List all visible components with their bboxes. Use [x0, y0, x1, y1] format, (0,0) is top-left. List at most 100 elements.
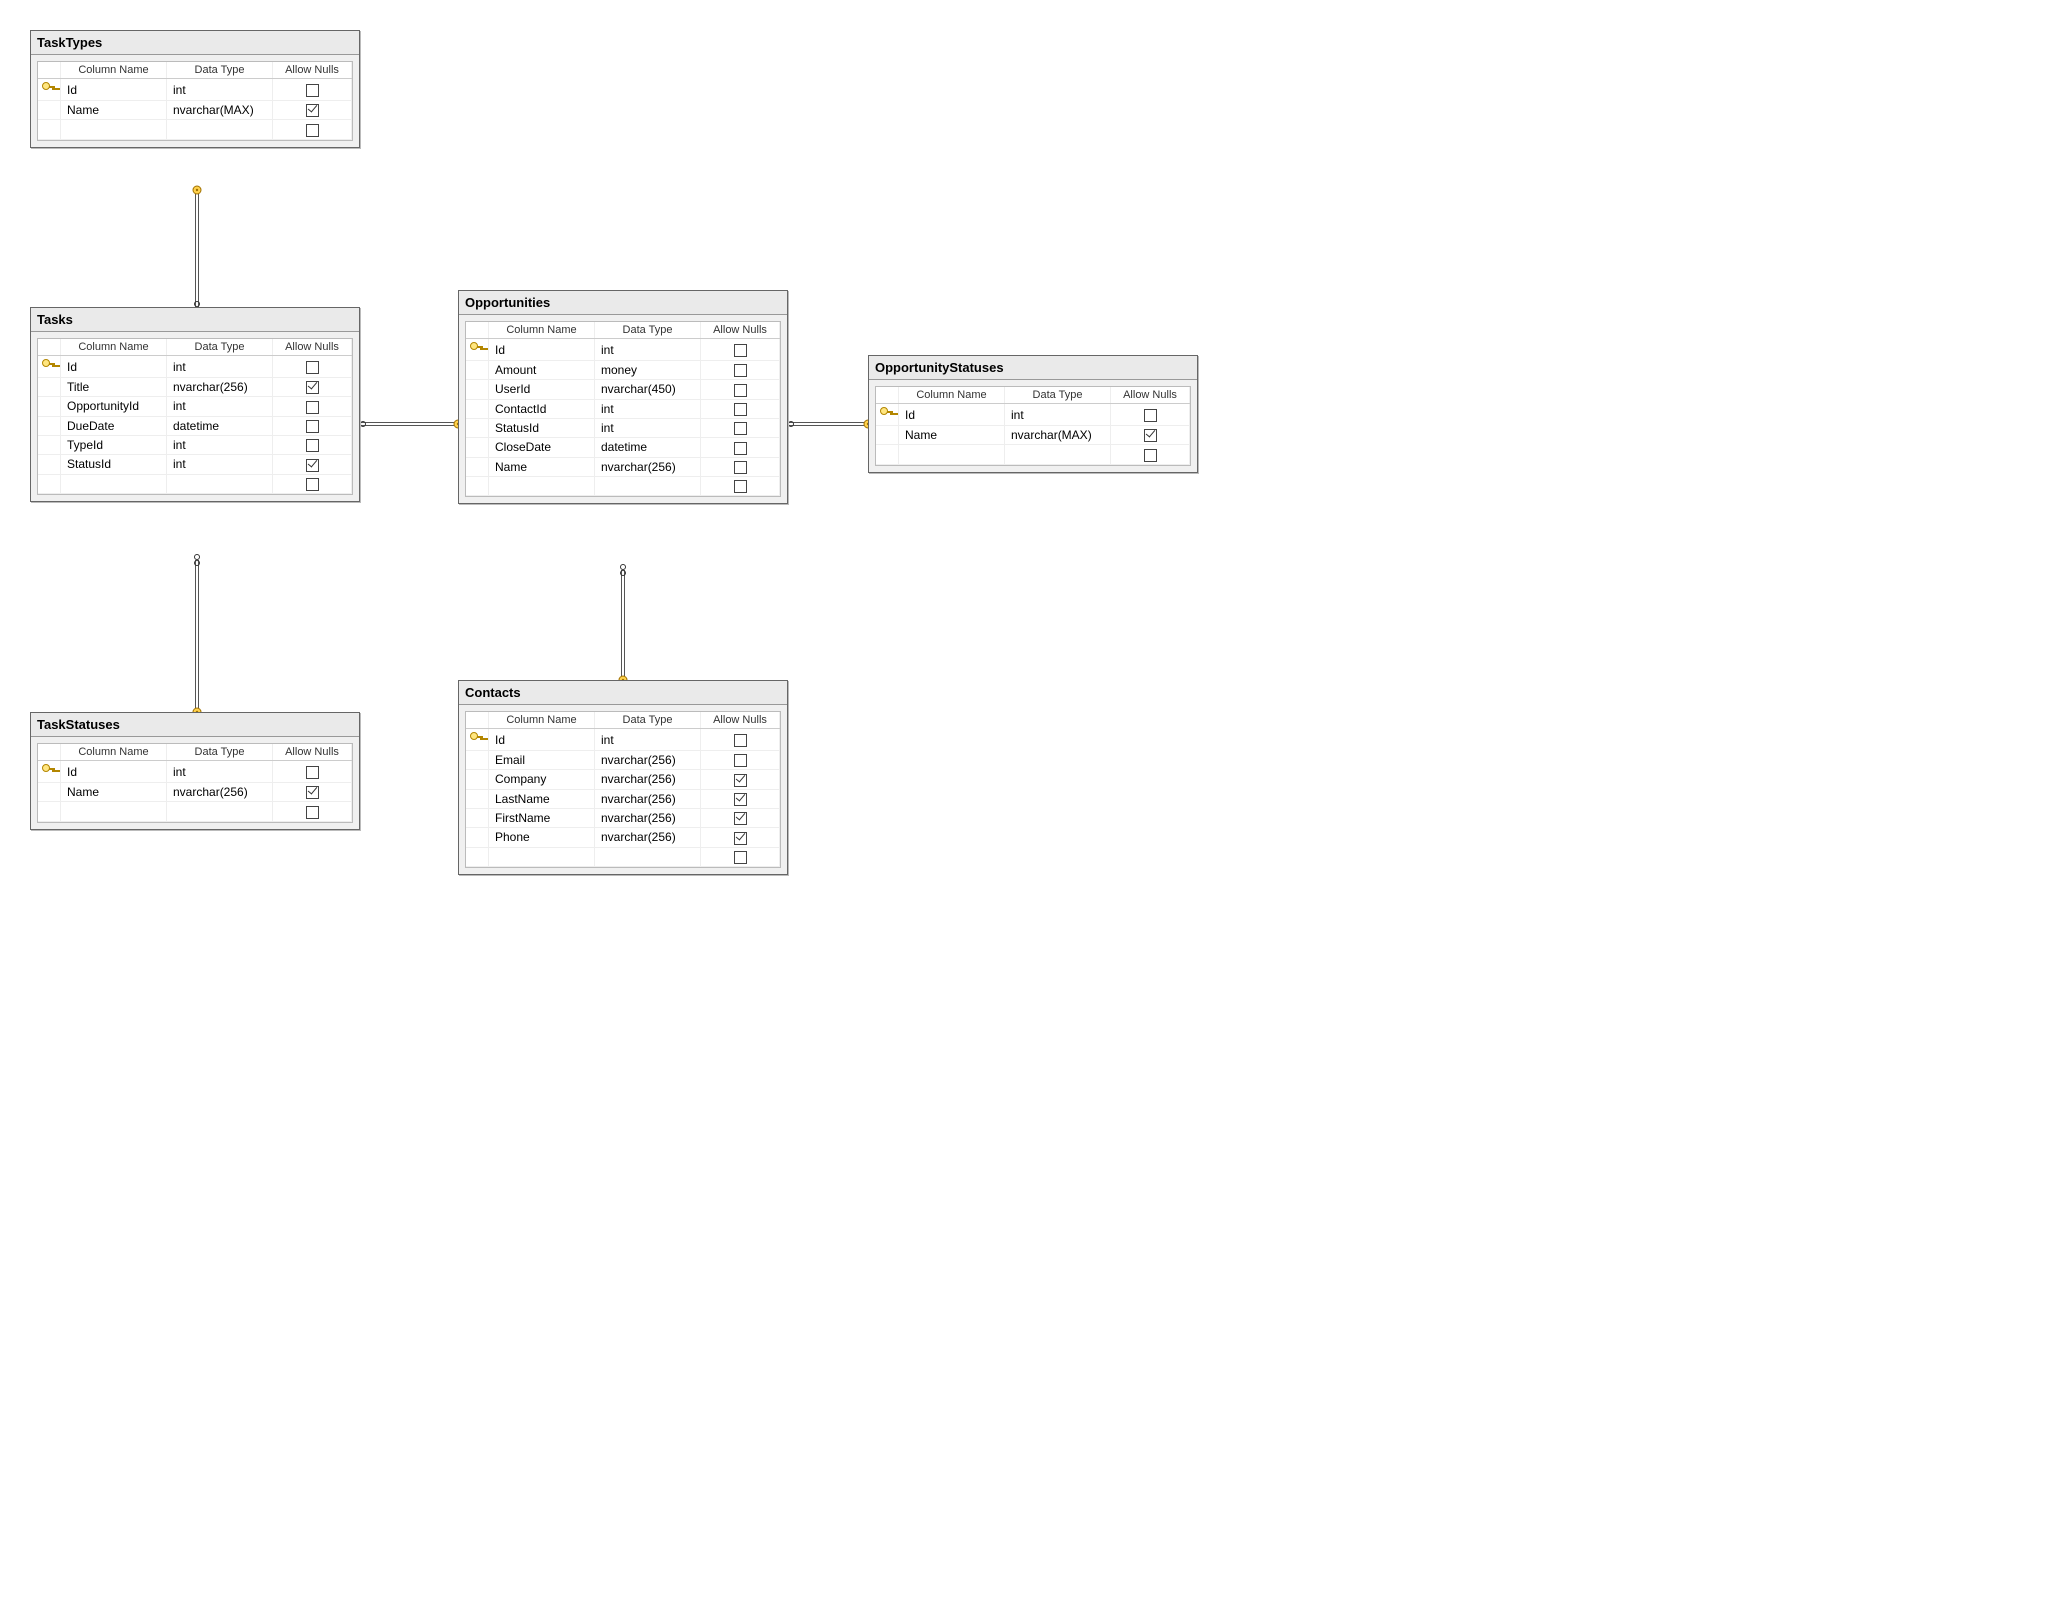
header-column-name: Column Name — [61, 744, 167, 761]
column-row[interactable]: Namenvarchar(256) — [466, 457, 780, 476]
allow-nulls-checkbox[interactable] — [701, 339, 780, 361]
column-row[interactable]: FirstNamenvarchar(256) — [466, 808, 780, 827]
allow-nulls-checkbox[interactable] — [273, 455, 352, 474]
allow-nulls-checkbox[interactable] — [701, 847, 780, 866]
primary-key-icon — [876, 404, 899, 426]
column-row[interactable]: TypeIdint — [38, 435, 352, 454]
columns-grid: Column NameData TypeAllow NullsIdintAmou… — [465, 321, 781, 497]
table-taskstatuses[interactable]: TaskStatusesColumn NameData TypeAllow Nu… — [30, 712, 360, 830]
allow-nulls-checkbox[interactable] — [273, 474, 352, 493]
column-row[interactable]: Namenvarchar(MAX) — [876, 426, 1190, 445]
table-opportunities[interactable]: OpportunitiesColumn NameData TypeAllow N… — [458, 290, 788, 504]
column-name: Company — [489, 770, 595, 789]
allow-nulls-checkbox[interactable] — [701, 789, 780, 808]
allow-nulls-checkbox[interactable] — [701, 399, 780, 418]
column-row[interactable]: Idint — [38, 79, 352, 101]
allow-nulls-checkbox[interactable] — [273, 101, 352, 120]
key-cell — [38, 101, 61, 120]
allow-nulls-checkbox[interactable] — [701, 418, 780, 437]
header-allow-nulls: Allow Nulls — [701, 322, 780, 339]
allow-nulls-checkbox[interactable] — [1111, 445, 1190, 464]
column-row[interactable]: Idint — [466, 339, 780, 361]
column-name: StatusId — [61, 455, 167, 474]
allow-nulls-checkbox[interactable] — [701, 770, 780, 789]
table-tasks[interactable]: TasksColumn NameData TypeAllow NullsIdin… — [30, 307, 360, 502]
header-allow-nulls: Allow Nulls — [1111, 387, 1190, 404]
column-row[interactable]: Idint — [466, 729, 780, 751]
allow-nulls-checkbox[interactable] — [273, 416, 352, 435]
column-name: Id — [899, 404, 1005, 426]
empty-row[interactable] — [38, 474, 352, 493]
column-row[interactable]: Amountmoney — [466, 361, 780, 380]
column-row[interactable]: Companynvarchar(256) — [466, 770, 780, 789]
table-contacts[interactable]: ContactsColumn NameData TypeAllow NullsI… — [458, 680, 788, 875]
column-type: datetime — [167, 416, 273, 435]
column-row[interactable]: Namenvarchar(MAX) — [38, 101, 352, 120]
key-cell — [466, 399, 489, 418]
empty-row[interactable] — [466, 476, 780, 495]
allow-nulls-checkbox[interactable] — [273, 397, 352, 416]
allow-nulls-checkbox[interactable] — [273, 356, 352, 378]
allow-nulls-checkbox[interactable] — [701, 808, 780, 827]
column-row[interactable]: Titlenvarchar(256) — [38, 378, 352, 397]
primary-key-icon — [466, 339, 489, 361]
header-data-type: Data Type — [167, 62, 273, 79]
column-type: nvarchar(MAX) — [167, 101, 273, 120]
column-type: nvarchar(256) — [167, 783, 273, 802]
key-cell — [38, 435, 61, 454]
column-type: datetime — [595, 438, 701, 457]
allow-nulls-checkbox[interactable] — [701, 729, 780, 751]
column-type: nvarchar(256) — [595, 770, 701, 789]
column-row[interactable]: UserIdnvarchar(450) — [466, 380, 780, 399]
column-row[interactable]: StatusIdint — [466, 418, 780, 437]
key-cell — [466, 808, 489, 827]
allow-nulls-checkbox[interactable] — [701, 828, 780, 847]
key-cell — [38, 783, 61, 802]
allow-nulls-checkbox[interactable] — [273, 761, 352, 783]
column-row[interactable]: Emailnvarchar(256) — [466, 751, 780, 770]
allow-nulls-checkbox[interactable] — [273, 120, 352, 139]
column-row[interactable]: Idint — [38, 356, 352, 378]
column-type: int — [167, 79, 273, 101]
column-type: int — [167, 761, 273, 783]
allow-nulls-checkbox[interactable] — [1111, 426, 1190, 445]
column-row[interactable]: ContactIdint — [466, 399, 780, 418]
column-row[interactable]: Idint — [38, 761, 352, 783]
allow-nulls-checkbox[interactable] — [1111, 404, 1190, 426]
header-allow-nulls: Allow Nulls — [273, 339, 352, 356]
allow-nulls-checkbox[interactable] — [273, 802, 352, 821]
column-row[interactable]: Idint — [876, 404, 1190, 426]
column-type: nvarchar(450) — [595, 380, 701, 399]
allow-nulls-checkbox[interactable] — [701, 361, 780, 380]
empty-row[interactable] — [38, 120, 352, 139]
column-name: Name — [899, 426, 1005, 445]
primary-key-icon — [466, 729, 489, 751]
table-opportunitystatuses[interactable]: OpportunityStatusesColumn NameData TypeA… — [868, 355, 1198, 473]
table-tasktypes[interactable]: TaskTypesColumn NameData TypeAllow Nulls… — [30, 30, 360, 148]
column-name: Amount — [489, 361, 595, 380]
allow-nulls-checkbox[interactable] — [273, 783, 352, 802]
key-cell — [38, 416, 61, 435]
allow-nulls-checkbox[interactable] — [273, 435, 352, 454]
key-cell — [38, 397, 61, 416]
column-row[interactable]: Namenvarchar(256) — [38, 783, 352, 802]
allow-nulls-checkbox[interactable] — [701, 438, 780, 457]
column-row[interactable]: LastNamenvarchar(256) — [466, 789, 780, 808]
allow-nulls-checkbox[interactable] — [273, 378, 352, 397]
column-row[interactable]: DueDatedatetime — [38, 416, 352, 435]
header-key — [38, 744, 61, 761]
header-data-type: Data Type — [167, 339, 273, 356]
empty-row[interactable] — [466, 847, 780, 866]
empty-row[interactable] — [876, 445, 1190, 464]
column-row[interactable]: CloseDatedatetime — [466, 438, 780, 457]
allow-nulls-checkbox[interactable] — [701, 380, 780, 399]
allow-nulls-checkbox[interactable] — [701, 751, 780, 770]
allow-nulls-checkbox[interactable] — [701, 457, 780, 476]
allow-nulls-checkbox[interactable] — [273, 79, 352, 101]
empty-row[interactable] — [38, 802, 352, 821]
header-column-name: Column Name — [489, 712, 595, 729]
column-row[interactable]: StatusIdint — [38, 455, 352, 474]
column-row[interactable]: Phonenvarchar(256) — [466, 828, 780, 847]
allow-nulls-checkbox[interactable] — [701, 476, 780, 495]
column-row[interactable]: OpportunityIdint — [38, 397, 352, 416]
